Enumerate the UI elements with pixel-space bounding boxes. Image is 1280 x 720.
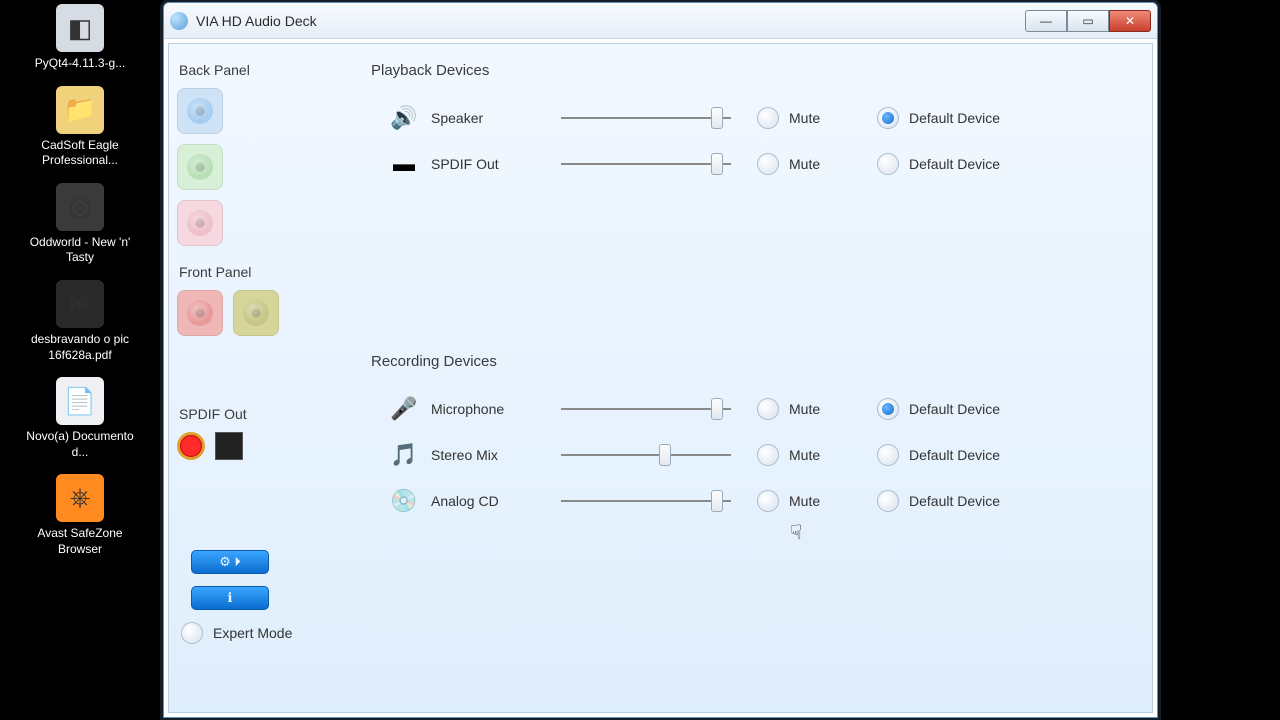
recording-device-name: Microphone bbox=[431, 401, 561, 417]
recording-title: Recording Devices bbox=[371, 353, 1142, 370]
desktop-icon-glyph: PIC bbox=[56, 280, 104, 328]
minimize-button[interactable]: — bbox=[1025, 10, 1067, 32]
playback-device-name: SPDIF Out bbox=[431, 156, 561, 172]
recording-device-default-radio[interactable] bbox=[877, 398, 899, 420]
playback-device-row: ▬ SPDIF Out Mute Default Device bbox=[369, 143, 1142, 185]
desktop-icon-label: desbravando o pic 16f628a.pdf bbox=[25, 332, 135, 363]
desktop-icon[interactable]: 📄 Novo(a) Documento d... bbox=[25, 377, 135, 460]
expert-mode-label: Expert Mode bbox=[213, 625, 292, 641]
playback-device-name: Speaker bbox=[431, 110, 561, 126]
window-title: VIA HD Audio Deck bbox=[196, 13, 317, 29]
expert-mode-radio[interactable] bbox=[181, 622, 203, 644]
desktop-icon-glyph: 📄 bbox=[56, 377, 104, 425]
spdif-out-label: SPDIF Out bbox=[179, 406, 351, 422]
recording-device-row: 🎤 Microphone Mute Default Device bbox=[369, 388, 1142, 430]
playback-device-icon: 🔊 bbox=[387, 101, 421, 135]
info-button[interactable]: ℹ bbox=[191, 586, 269, 610]
front-jack-olive[interactable] bbox=[233, 290, 279, 336]
back-panel-label: Back Panel bbox=[179, 62, 351, 78]
close-button[interactable]: ✕ bbox=[1109, 10, 1151, 32]
recording-device-icon: 🎤 bbox=[387, 392, 421, 426]
desktop-icon[interactable]: ⎈ Avast SafeZone Browser bbox=[25, 474, 135, 557]
recording-device-icon: 🎵 bbox=[387, 438, 421, 472]
side-panel: Back Panel Front Panel SPDIF Out ⚙ ⏵ ℹ E… bbox=[169, 44, 359, 712]
desktop-icon[interactable]: ◧ PyQt4-4.11.3-g... bbox=[25, 4, 135, 72]
window-buttons: — ▭ ✕ bbox=[1025, 10, 1151, 32]
client-area: Back Panel Front Panel SPDIF Out ⚙ ⏵ ℹ E… bbox=[168, 43, 1153, 713]
recording-device-mute-label: Mute bbox=[789, 447, 820, 463]
recording-device-mute-radio[interactable] bbox=[757, 490, 779, 512]
recording-device-name: Analog CD bbox=[431, 493, 561, 509]
front-panel-label: Front Panel bbox=[179, 264, 351, 280]
desktop-icon-glyph: ◎ bbox=[56, 183, 104, 231]
desktop-icon-label: Oddworld - New 'n' Tasty bbox=[25, 235, 135, 266]
recording-device-mute-radio[interactable] bbox=[757, 398, 779, 420]
recording-device-default-label: Default Device bbox=[909, 493, 1000, 509]
desktop-icon-label: CadSoft Eagle Professional... bbox=[25, 138, 135, 169]
audio-deck-window: VIA HD Audio Deck — ▭ ✕ Back Panel Front… bbox=[163, 2, 1158, 718]
playback-device-default-label: Default Device bbox=[909, 110, 1000, 126]
main-panel: Playback Devices 🔊 Speaker Mute Default Dev… bbox=[359, 44, 1152, 712]
recording-device-volume-slider[interactable] bbox=[561, 446, 731, 464]
back-jack-green[interactable] bbox=[177, 144, 223, 190]
maximize-button[interactable]: ▭ bbox=[1067, 10, 1109, 32]
playback-device-mute-label: Mute bbox=[789, 156, 820, 172]
spdif-coax-icon[interactable] bbox=[177, 432, 205, 460]
recording-device-icon: 💿 bbox=[387, 484, 421, 518]
playback-device-default-label: Default Device bbox=[909, 156, 1000, 172]
recording-device-mute-radio[interactable] bbox=[757, 444, 779, 466]
desktop-icon-label: PyQt4-4.11.3-g... bbox=[25, 56, 135, 72]
recording-device-default-radio[interactable] bbox=[877, 490, 899, 512]
recording-device-mute-label: Mute bbox=[789, 401, 820, 417]
desktop-icon[interactable]: 📁 CadSoft Eagle Professional... bbox=[25, 86, 135, 169]
desktop-icon[interactable]: ◎ Oddworld - New 'n' Tasty bbox=[25, 183, 135, 266]
recording-device-default-label: Default Device bbox=[909, 447, 1000, 463]
desktop-icon-glyph: ⎈ bbox=[56, 474, 104, 522]
desktop-icon-label: Novo(a) Documento d... bbox=[25, 429, 135, 460]
playback-device-mute-radio[interactable] bbox=[757, 107, 779, 129]
recording-device-default-radio[interactable] bbox=[877, 444, 899, 466]
desktop: ◧ PyQt4-4.11.3-g... 📁 CadSoft Eagle Profess… bbox=[0, 0, 160, 720]
titlebar[interactable]: VIA HD Audio Deck — ▭ ✕ bbox=[164, 3, 1157, 39]
playback-device-mute-radio[interactable] bbox=[757, 153, 779, 175]
recording-device-row: 🎵 Stereo Mix Mute Default Device bbox=[369, 434, 1142, 476]
recording-device-volume-slider[interactable] bbox=[561, 492, 731, 510]
playback-title: Playback Devices bbox=[371, 62, 1142, 79]
spdif-optical-icon[interactable] bbox=[215, 432, 243, 460]
back-jack-blue[interactable] bbox=[177, 88, 223, 134]
desktop-icon-glyph: 📁 bbox=[56, 86, 104, 134]
recording-device-row: 💿 Analog CD Mute Default Device bbox=[369, 480, 1142, 522]
desktop-icon-glyph: ◧ bbox=[56, 4, 104, 52]
playback-device-default-radio[interactable] bbox=[877, 107, 899, 129]
playback-device-mute-label: Mute bbox=[789, 110, 820, 126]
recording-device-volume-slider[interactable] bbox=[561, 400, 731, 418]
desktop-icon-label: Avast SafeZone Browser bbox=[25, 526, 135, 557]
playback-device-row: 🔊 Speaker Mute Default Device bbox=[369, 97, 1142, 139]
playback-device-icon: ▬ bbox=[387, 147, 421, 181]
app-icon bbox=[170, 12, 188, 30]
playback-device-volume-slider[interactable] bbox=[561, 155, 731, 173]
desktop-icon[interactable]: PIC desbravando o pic 16f628a.pdf bbox=[25, 280, 135, 363]
playback-device-default-radio[interactable] bbox=[877, 153, 899, 175]
recording-device-name: Stereo Mix bbox=[431, 447, 561, 463]
recording-device-mute-label: Mute bbox=[789, 493, 820, 509]
front-jack-pink[interactable] bbox=[177, 290, 223, 336]
back-jack-pink[interactable] bbox=[177, 200, 223, 246]
tools-button[interactable]: ⚙ ⏵ bbox=[191, 550, 269, 574]
playback-device-volume-slider[interactable] bbox=[561, 109, 731, 127]
recording-device-default-label: Default Device bbox=[909, 401, 1000, 417]
